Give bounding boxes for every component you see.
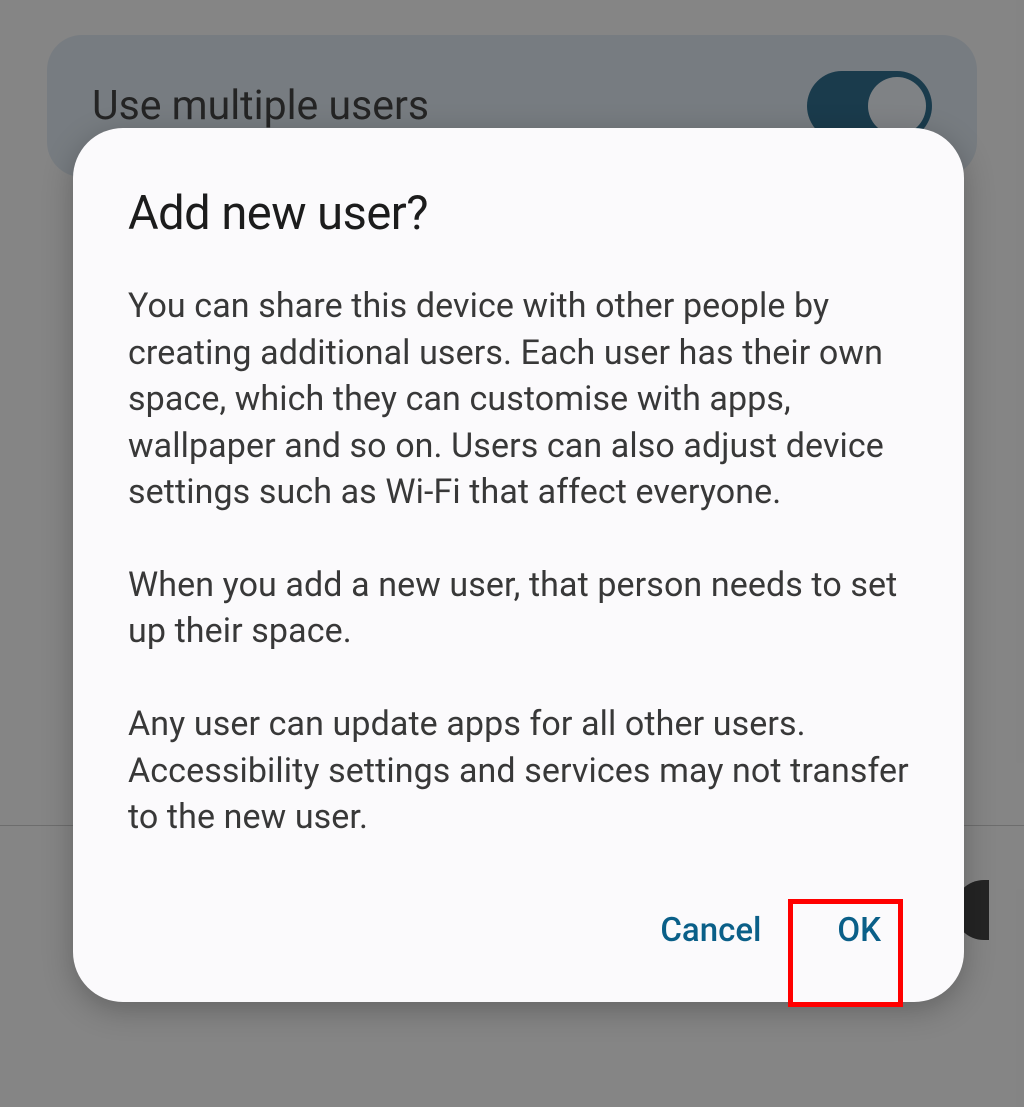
cancel-button[interactable]: Cancel [652,899,769,962]
dialog-title: Add new user? [128,186,909,241]
add-user-dialog: Add new user? You can share this device … [73,128,964,1002]
dialog-paragraph: Any user can update apps for all other u… [128,701,909,841]
ok-button[interactable]: OK [829,899,889,962]
dialog-paragraph: You can share this device with other peo… [128,283,909,516]
dialog-actions: Cancel OK [128,899,909,962]
dialog-body: You can share this device with other peo… [128,283,909,841]
dialog-paragraph: When you add a new user, that person nee… [128,562,909,655]
